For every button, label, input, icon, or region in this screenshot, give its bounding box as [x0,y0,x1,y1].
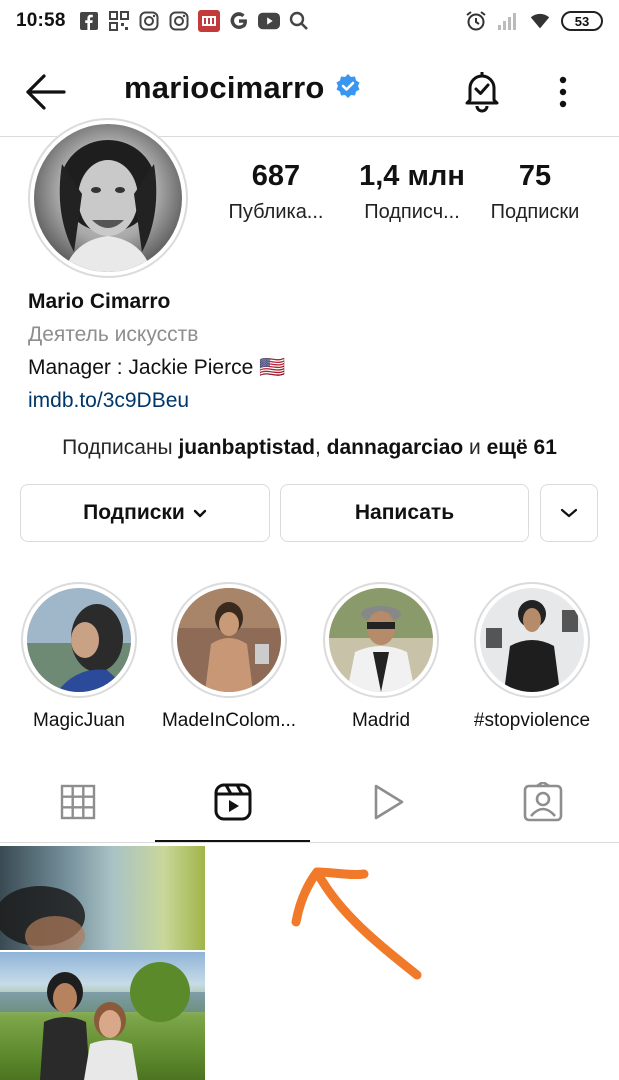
mi-app-icon [197,10,220,32]
profile-avatar[interactable] [28,118,188,278]
stat-posts-value: 687 [251,160,301,192]
tab-grid[interactable] [0,760,155,844]
highlight-thumbnail [329,588,433,692]
battery-icon: 53 [561,11,603,31]
reel-image [0,886,85,950]
tabs-divider [0,842,619,843]
chevron-down-icon [559,501,579,525]
stat-posts[interactable]: 687 Публика... [210,160,342,224]
highlight-label: #stopviolence [473,710,591,731]
highlight-item[interactable]: MagicJuan [14,582,144,732]
verified-badge-icon [335,73,361,104]
bio-line: Manager : Jackie Pierce 🇺🇸 [28,356,286,379]
stat-following-value: 75 [518,160,552,192]
profile-category: Деятель искусств [28,323,199,346]
message-button-label: Написать [354,501,455,524]
back-button[interactable] [24,72,68,112]
avatar-image [34,124,182,272]
annotation-arrow-icon [291,867,422,980]
google-icon [228,10,250,32]
followed-by-and: и [463,436,487,459]
stat-following-label: Подписки [490,201,580,223]
tagged-icon [523,782,562,822]
stat-followers-value: 1,4 млн [359,160,465,192]
status-bar: 10:58 53 [0,0,619,42]
wifi-icon [529,10,551,32]
highlight-thumbnail [480,588,584,692]
followed-by[interactable]: Подписаны juanbaptistad, dannagarciao и … [0,436,619,460]
highlight-item[interactable]: MadeInColom... [161,582,297,732]
reel-thumbnail[interactable] [0,952,205,1080]
highlight-ring [323,582,439,698]
message-button[interactable]: Написать [280,484,529,542]
more-options-button[interactable] [550,72,576,112]
more-vertical-icon [559,76,567,108]
bell-check-icon [465,72,499,113]
play-icon [374,784,403,820]
reels-icon [214,783,251,821]
username-title: mariocimarro [124,70,361,106]
stat-followers-label: Подписч... [364,201,460,223]
profile-link[interactable]: imdb.to/3c9DBeu [28,389,598,413]
notification-icons [78,10,310,32]
highlight-label: MadeInColom... [161,710,297,731]
chevron-down-icon [193,501,207,525]
signal-icon [497,10,519,32]
search-icon [288,10,310,32]
highlight-thumbnail [177,588,281,692]
story-highlights: MagicJuan MadeInColom... Madrid #stopvio… [0,582,619,742]
reel-thumbnail[interactable] [0,846,205,950]
highlight-ring [474,582,590,698]
highlight-ring [21,582,137,698]
tab-reels[interactable] [155,760,310,844]
instagram-icon [138,10,160,32]
followed-by-prefix: Подписаны [62,436,179,459]
followed-by-separator: , [314,436,327,459]
stat-followers[interactable]: 1,4 млн Подписч... [342,160,482,224]
followed-by-user: juanbaptistad [178,436,315,459]
following-button[interactable]: Подписки [20,484,270,542]
followed-by-more: ещё 61 [486,436,557,459]
instagram-icon [168,10,190,32]
highlight-item[interactable]: #stopviolence [467,582,597,732]
grid-icon [60,784,95,820]
youtube-icon [257,10,280,32]
qr-icon [108,10,130,32]
username: mariocimarro [124,70,325,105]
status-time: 10:58 [16,10,66,31]
suggested-accounts-button[interactable] [540,484,598,542]
tab-igtv[interactable] [310,760,465,844]
arrow-left-icon [26,74,66,110]
highlight-label: Madrid [351,710,411,731]
profile-tabs [0,760,619,844]
profile-name: Mario Cimarro [28,290,171,313]
followed-by-user: dannagarciao [326,436,464,459]
notifications-button[interactable] [460,68,504,114]
profile-bio: Mario Cimarro Деятель искусств Manager :… [28,290,598,413]
active-tab-indicator [155,840,310,842]
highlight-ring [171,582,287,698]
following-button-label: Подписки [83,501,185,524]
stat-following[interactable]: 75 Подписки [470,160,600,224]
alarm-icon [465,10,487,32]
highlight-item[interactable]: Madrid [316,582,446,732]
stat-posts-label: Публика... [228,201,324,223]
tab-tagged[interactable] [465,760,619,844]
reel-image [0,962,205,1080]
highlight-label: MagicJuan [33,710,125,731]
facebook-icon [78,10,100,32]
highlight-thumbnail [27,588,131,692]
